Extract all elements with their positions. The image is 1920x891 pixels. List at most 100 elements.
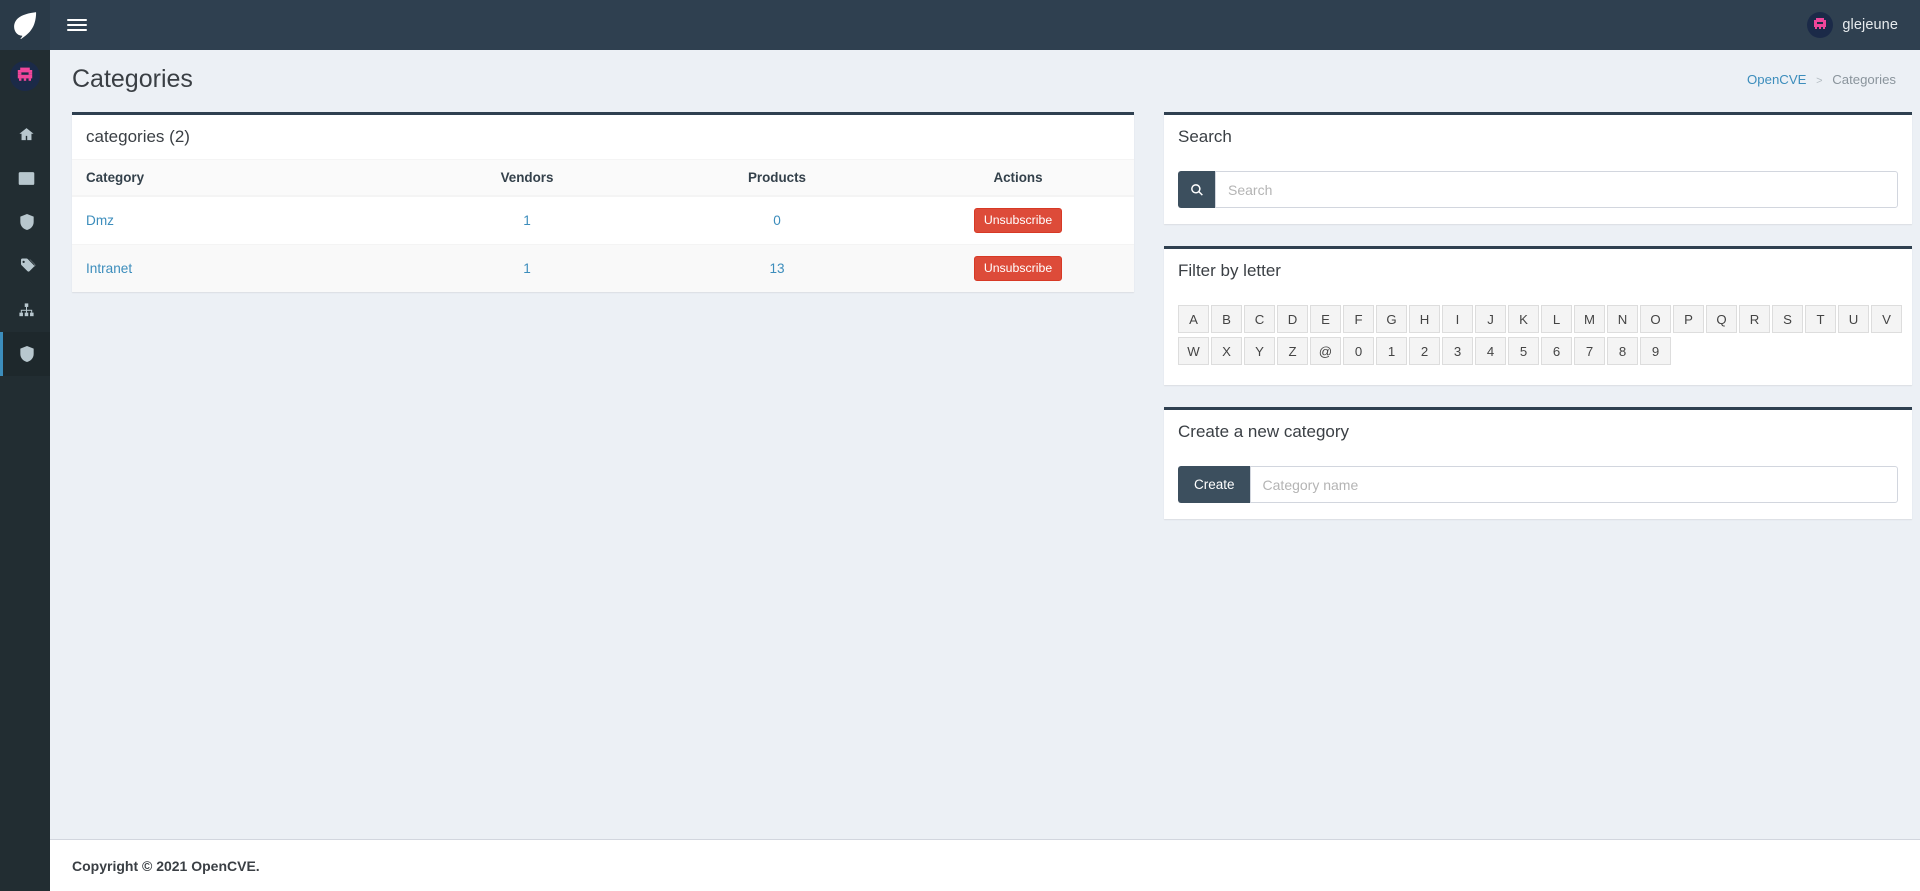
table-header-row: Category Vendors Products Actions (72, 159, 1134, 197)
cell-category: Intranet (72, 244, 402, 292)
create-category-box: Create a new category Create (1164, 407, 1912, 519)
user-name-label: glejeune (1842, 17, 1898, 33)
breadcrumb: OpenCVE > Categories (1747, 72, 1896, 87)
sidebar-toggle-button[interactable] (50, 0, 104, 50)
category-link[interactable]: Intranet (86, 261, 132, 276)
letter-filter-B[interactable]: B (1211, 305, 1242, 333)
letter-filter-L[interactable]: L (1541, 305, 1572, 333)
letter-filter-Y[interactable]: Y (1244, 337, 1275, 365)
letter-filter-R[interactable]: R (1739, 305, 1770, 333)
letter-filter-4[interactable]: 4 (1475, 337, 1506, 365)
top-navbar: glejeune (0, 0, 1920, 50)
breadcrumb-separator: > (1816, 75, 1823, 87)
filter-box-title: Filter by letter (1178, 261, 1281, 280)
create-button[interactable]: Create (1178, 466, 1250, 503)
category-name-input[interactable] (1249, 466, 1898, 503)
cell-vendors: 1 (402, 195, 652, 245)
letter-filter-O[interactable]: O (1640, 305, 1671, 333)
categories-table-head: Category Vendors Products Actions (72, 159, 1134, 197)
table-row: Dmz 1 0 Unsubscribe (72, 195, 1134, 245)
letter-filter-K[interactable]: K (1508, 305, 1539, 333)
sidebar-item-categories[interactable] (0, 332, 50, 376)
cell-products: 13 (652, 244, 902, 292)
sidebar-item-home[interactable] (0, 112, 50, 156)
right-column: Search Search Filter by letter A B C D E… (1164, 112, 1912, 541)
breadcrumb-root-link[interactable]: OpenCVE (1747, 72, 1806, 87)
letter-filter-V[interactable]: V (1871, 305, 1902, 333)
home-icon (18, 126, 35, 143)
search-box: Search (1164, 112, 1912, 224)
letter-filter-P[interactable]: P (1673, 305, 1704, 333)
categories-table-body: Dmz 1 0 Unsubscribe Intranet 1 13 Unsubs… (72, 195, 1134, 292)
create-box-header: Create a new category (1164, 410, 1912, 454)
letter-filter-T[interactable]: T (1805, 305, 1836, 333)
letter-filter-Z[interactable]: Z (1277, 337, 1308, 365)
filter-box-header: Filter by letter (1164, 249, 1912, 293)
letter-filter-1[interactable]: 1 (1376, 337, 1407, 365)
letter-filter-group: ABCDEFGHIJKLMNOPQRSTUV W X Y Z @0 1 2 3 4 5 6 7 8 9 (1178, 305, 1902, 369)
create-box-body: Create (1164, 454, 1912, 519)
vendors-count-link[interactable]: 1 (523, 261, 531, 276)
letter-filter-9[interactable]: 9 (1640, 337, 1671, 365)
letter-filter-G[interactable]: G (1376, 305, 1407, 333)
letter-filter-U[interactable]: U (1838, 305, 1869, 333)
unsubscribe-button[interactable]: Unsubscribe (973, 256, 1063, 281)
cell-products: 0 (652, 195, 902, 245)
letter-filter-N[interactable]: N (1607, 305, 1638, 333)
letter-filter-I[interactable]: I (1442, 305, 1473, 333)
sidebar-item-cves[interactable] (0, 156, 50, 200)
category-link[interactable]: Dmz (86, 213, 114, 228)
content-area: Categories OpenCVE > Categories categori… (50, 50, 1920, 891)
letter-filter-M[interactable]: M (1574, 305, 1605, 333)
sidebar-item-vendors[interactable] (0, 200, 50, 244)
column-header-category[interactable]: Category (72, 159, 402, 197)
categories-box: categories (2) Category Vendors Products… (72, 112, 1134, 292)
column-header-products[interactable]: Products (652, 159, 902, 197)
categories-box-body: Category Vendors Products Actions Dmz 1 … (72, 159, 1134, 292)
cell-actions: Unsubscribe (902, 195, 1134, 245)
letter-filter-A[interactable]: A (1178, 305, 1209, 333)
letter-filter-5[interactable]: 5 (1508, 337, 1539, 365)
search-box-header: Search (1164, 115, 1912, 159)
letter-filter-W[interactable]: W (1178, 337, 1209, 365)
app-logo[interactable] (0, 0, 50, 50)
left-column: categories (2) Category Vendors Products… (72, 112, 1134, 314)
search-input[interactable] (1215, 171, 1898, 208)
unsubscribe-button[interactable]: Unsubscribe (973, 208, 1063, 233)
letter-filter-2[interactable]: 2 (1409, 337, 1440, 365)
create-input-group: Create (1178, 466, 1898, 503)
search-icon (1190, 183, 1204, 197)
letter-filter-@[interactable]: @ (1310, 337, 1341, 365)
letter-filter-C[interactable]: C (1244, 305, 1275, 333)
sidebar-item-organizations[interactable] (0, 288, 50, 332)
products-count-link[interactable]: 0 (773, 213, 781, 228)
vendors-count-link[interactable]: 1 (523, 213, 531, 228)
letter-filter-6[interactable]: 6 (1541, 337, 1572, 365)
letter-filter-J[interactable]: J (1475, 305, 1506, 333)
tags-icon (18, 257, 36, 275)
cell-vendors: 1 (402, 244, 652, 292)
letter-filter-8[interactable]: 8 (1607, 337, 1638, 365)
sidebar-item-tags[interactable] (0, 244, 50, 288)
letter-filter-F[interactable]: F (1343, 305, 1374, 333)
hamburger-bar (67, 23, 87, 27)
letter-filter-H[interactable]: H (1409, 305, 1440, 333)
sidebar-user-panel[interactable] (0, 50, 50, 102)
letter-filter-0[interactable]: 0 (1343, 337, 1374, 365)
columns-wrapper: categories (2) Category Vendors Products… (50, 102, 1920, 541)
column-header-vendors[interactable]: Vendors (402, 159, 652, 197)
letter-filter-X[interactable]: X (1211, 337, 1242, 365)
letter-filter-7[interactable]: 7 (1574, 337, 1605, 365)
letter-filter-E[interactable]: E (1310, 305, 1341, 333)
categories-box-header: categories (2) (72, 115, 1134, 159)
shield-icon (19, 213, 35, 231)
search-submit-button[interactable] (1178, 171, 1215, 208)
space-invader-avatar-icon (10, 61, 40, 91)
letter-filter-Q[interactable]: Q (1706, 305, 1737, 333)
letter-filter-D[interactable]: D (1277, 305, 1308, 333)
letter-filter-S[interactable]: S (1772, 305, 1803, 333)
user-menu[interactable]: glejeune (1795, 0, 1920, 50)
products-count-link[interactable]: 13 (769, 261, 784, 276)
hamburger-bar (67, 28, 87, 32)
letter-filter-3[interactable]: 3 (1442, 337, 1473, 365)
